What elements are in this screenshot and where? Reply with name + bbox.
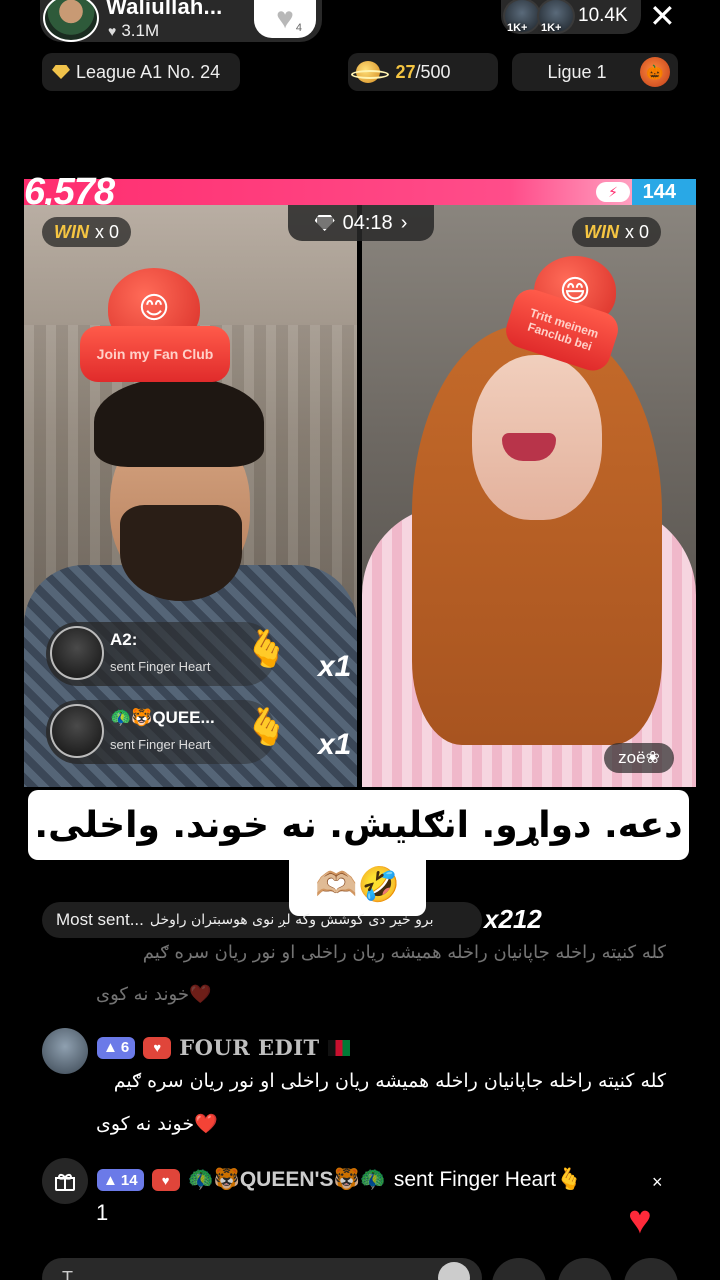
win-badge-right: WIN x 0: [572, 217, 662, 247]
viewer-count[interactable]: 10.4K: [578, 5, 628, 27]
most-sent-label: Most sent...: [56, 910, 144, 929]
comment-placeholder: T: [62, 1268, 73, 1280]
win-count-right: x 0: [625, 221, 650, 242]
gift-event-count: 1: [96, 1200, 109, 1225]
gift-multiplier: x1: [318, 728, 352, 761]
win-label: WIN: [54, 221, 89, 242]
ligue-label: Ligue 1: [547, 61, 607, 82]
timer-value: 04:18: [342, 211, 393, 234]
gifter-avatar: [50, 704, 104, 758]
gift-event-times: ×: [652, 1172, 663, 1192]
win-badge-left: WIN x 0: [42, 217, 132, 247]
heart-icon: ♥: [276, 2, 294, 35]
gift-event-action: sent Finger Heart🫰: [393, 1168, 583, 1191]
host-likes-count: 3.1M: [121, 21, 160, 40]
close-icon[interactable]: ✕: [649, 0, 676, 32]
chat-user-avatar[interactable]: [42, 1028, 88, 1074]
goal-total: /500: [415, 61, 451, 82]
gift-notification: 🦚🐯QUEE... sent Finger Heart: [46, 700, 276, 764]
finger-heart-icon: 🫰: [244, 706, 289, 747]
gift-description: sent Finger Heart: [110, 737, 211, 752]
league-label: League A1 No. 24: [76, 61, 221, 82]
battle-marker-icon: ⚡: [596, 182, 630, 202]
chat-message-text: کله کنیته راخله جاپانیان راخله همیشه ریا…: [113, 1070, 666, 1092]
user-level: 6: [120, 1039, 130, 1056]
most-sent-bar[interactable]: Most sent... برو خیر دی کوشش وکه لږ نوی …: [42, 902, 482, 938]
score-right: 144: [642, 181, 676, 203]
top-viewer-avatar[interactable]: 1K+: [503, 0, 541, 34]
league-badge[interactable]: League A1 No. 24: [42, 53, 240, 91]
fan-club-badge-icon: ♥: [151, 1169, 180, 1191]
user-level: 14: [120, 1171, 138, 1189]
most-sent-count: x212: [484, 904, 542, 934]
afghanistan-flag-icon: [327, 1039, 350, 1056]
comment-input[interactable]: T: [42, 1258, 482, 1280]
planet-icon: [351, 61, 389, 83]
gift-event: ▲ 14 ♥ 🦚🐯QUEEN'S🐯🦚 sent Finger Heart🫰: [97, 1168, 582, 1192]
chat-meta: ▲ 6 ♥ FOUR EDIT: [97, 1035, 350, 1060]
win-label: WIN: [584, 221, 619, 242]
share-button[interactable]: [624, 1258, 678, 1280]
chat-faded-line: کله کنیته راخله جاپانیان راخله همیشه ریا…: [142, 942, 666, 963]
gift-button[interactable]: [558, 1258, 612, 1280]
win-count-left: x 0: [95, 221, 120, 242]
diamond-icon: [52, 65, 70, 79]
gift-event-user[interactable]: 🦚🐯QUEEN'S🐯🦚: [188, 1168, 386, 1192]
gift-multiplier: x1: [318, 650, 352, 683]
battle-bar-left: 6,578 ⚡: [24, 171, 632, 213]
viewer-badge: 1K+: [541, 22, 562, 34]
chat-username[interactable]: FOUR EDIT: [179, 1035, 319, 1060]
goal-progress-badge[interactable]: 27/500: [348, 53, 498, 91]
battle-timer[interactable]: 04:18 ›: [288, 205, 434, 241]
gift-icon: [42, 1158, 88, 1204]
fan-club-badge-icon: ♥: [143, 1036, 172, 1059]
fan-club-banner-left[interactable]: Join my Fan Club: [80, 326, 230, 382]
ligue-badge[interactable]: Ligue 1 🎃: [512, 53, 678, 91]
host-figure-hair: [94, 377, 264, 467]
chevron-right-icon: ›: [400, 211, 408, 234]
coin-button[interactable]: [492, 1258, 546, 1280]
chat-faded-line: خوند نه کوی❤️: [96, 984, 212, 1005]
caption-text: دعه. دواړو. انګلیش. نه خوند. واخلی.: [28, 790, 689, 860]
gift-description: sent Finger Heart: [110, 659, 211, 674]
gifter-avatar: [50, 626, 104, 680]
gifter-name: A2:: [110, 630, 138, 649]
viewer-badge: 1K+: [507, 22, 528, 34]
opponent-name-tag[interactable]: zoë❀: [604, 743, 674, 773]
finger-heart-icon: 🫰: [244, 628, 289, 669]
fan-heart-count: 4: [295, 22, 302, 34]
heart-icon: ♥: [108, 23, 117, 39]
battle-score-bar: 6,578 ⚡ 144: [24, 171, 696, 213]
host-name[interactable]: Waliullah...: [106, 0, 222, 20]
fan-heart-button[interactable]: ♥ 4: [254, 0, 316, 38]
diamond-icon: [314, 215, 335, 231]
most-sent-text: برو خیر دی کوشش وکه لږ نوی هوسبتران راوخ…: [149, 912, 434, 928]
gifter-name: 🦚🐯QUEE...: [110, 708, 215, 727]
host-likes: ♥ 3.1M: [108, 21, 159, 41]
floating-heart-icon: ♥: [628, 1198, 652, 1242]
pumpkin-icon: 🎃: [640, 57, 670, 87]
chat-message-text: خوند نه کوی❤️: [96, 1113, 218, 1135]
user-level-badge: ▲ 14: [97, 1169, 144, 1191]
emoji-icon[interactable]: [438, 1262, 470, 1280]
goal-current: 27: [395, 61, 416, 82]
host-figure-beard: [120, 505, 242, 601]
battle-bar-right: 144: [632, 179, 696, 205]
user-level-badge: ▲ 6: [97, 1036, 136, 1059]
gift-notification: A2: sent Finger Heart: [46, 622, 276, 686]
top-viewer-avatar[interactable]: 1K+: [537, 0, 575, 34]
